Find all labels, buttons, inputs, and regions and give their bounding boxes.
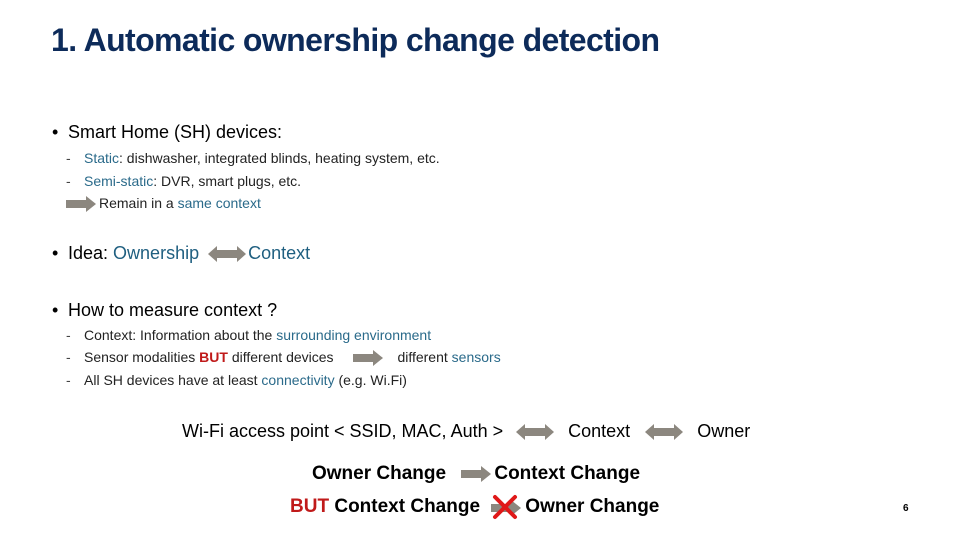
idea-ownership: Ownership (113, 243, 200, 263)
conclusion-line-2: BUT Context Change Owner Change (290, 492, 659, 522)
list-item-semi-static: - Semi-static: DVR, smart plugs, etc. (66, 173, 301, 189)
list-item-static: - Static: dishwasher, integrated blinds, … (66, 150, 440, 166)
double-arrow-icon (516, 424, 555, 441)
right-arrow-icon (461, 465, 492, 482)
right-arrow-icon (66, 196, 96, 213)
relation-owner: Owner (697, 421, 751, 441)
item-text: different (397, 349, 452, 365)
negated-arrow (487, 492, 523, 522)
bullet-dot: • (52, 300, 59, 320)
bullet-dot: • (52, 122, 59, 142)
item-highlight: connectivity (261, 372, 335, 388)
context-change: Context Change (329, 496, 481, 518)
bullet-heading: How to measure context ? (68, 300, 278, 320)
label-semi-static: Semi-static (84, 173, 154, 189)
conclusion-line-1: Owner Change Context Change (312, 463, 640, 485)
item-text: Sensor modalities (84, 349, 200, 365)
dash: - (66, 327, 71, 343)
item-highlight: sensors (451, 349, 501, 365)
idea-context: Context (248, 243, 311, 263)
conclusion-same-context: Remain in a same context (66, 195, 261, 213)
bullet-idea: • Idea: Ownership Context (52, 243, 310, 264)
conclusion-text: Remain in a (99, 195, 178, 211)
owner-change: Owner Change (525, 496, 660, 518)
label-static: Static (84, 150, 120, 166)
bullet-measure-context: • How to measure context ? (52, 300, 277, 321)
item-text: (e.g. Wi.Fi) (334, 372, 407, 388)
bullet-smart-home: • Smart Home (SH) devices: (52, 122, 282, 143)
double-arrow-icon (645, 424, 684, 441)
emphasis-but: BUT (290, 496, 330, 518)
double-arrow-icon (208, 246, 247, 263)
item-text: All SH devices have at least (84, 372, 262, 388)
item-text: : dishwasher, integrated blinds, heating… (119, 150, 440, 166)
item-text: Context: Information about the (84, 327, 277, 343)
list-item-context-definition: - Context: Information about the surround… (66, 327, 431, 343)
emphasis-but: BUT (199, 349, 228, 365)
owner-change: Owner Change (312, 463, 447, 484)
conclusion-highlight: same context (177, 195, 261, 211)
dash: - (66, 150, 71, 166)
right-arrow-icon (353, 350, 384, 367)
item-text: : DVR, smart plugs, etc. (153, 173, 302, 189)
dash: - (66, 372, 71, 388)
context-change: Context Change (494, 463, 641, 484)
bullet-heading: Smart Home (SH) devices: (68, 122, 283, 142)
item-text: different devices (227, 349, 334, 365)
idea-label: Idea: (68, 243, 114, 263)
relation-source: Wi-Fi access point < SSID, MAC, Auth > (182, 421, 504, 441)
red-cross-icon (493, 495, 518, 519)
relation-context: Context (568, 421, 631, 441)
relation-line: Wi-Fi access point < SSID, MAC, Auth > C… (182, 421, 750, 442)
dash: - (66, 173, 71, 189)
dash: - (66, 349, 71, 365)
item-highlight: surrounding environment (276, 327, 432, 343)
bullet-dot: • (52, 243, 59, 263)
page-number: 6 (903, 503, 909, 514)
slide-title: 1. Automatic ownership change detection (51, 22, 660, 58)
list-item-connectivity: - All SH devices have at least connectivi… (66, 372, 407, 388)
list-item-sensor-modalities: - Sensor modalities BUT different devices… (66, 349, 501, 367)
